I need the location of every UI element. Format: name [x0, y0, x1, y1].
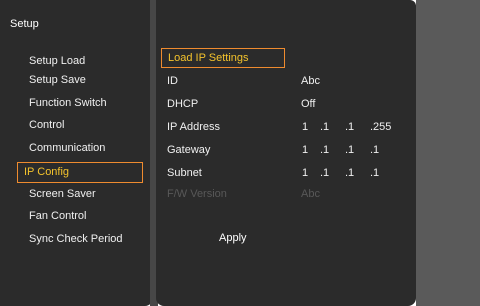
load-ip-settings-button[interactable]: Load IP Settings [161, 48, 285, 68]
gateway-octet-3[interactable]: .1 [345, 143, 354, 157]
menu-item-communication[interactable]: Communication [16, 139, 142, 158]
menu-title: Setup [10, 18, 39, 30]
menu-item-function-switch[interactable]: Function Switch [16, 94, 142, 113]
ip-octet-1[interactable]: 1 [302, 120, 308, 134]
menu-item-fan-control[interactable]: Fan Control [16, 207, 142, 226]
menu-item-control[interactable]: Control [16, 116, 142, 135]
ip-octet-4[interactable]: .255 [370, 120, 391, 134]
subnet-octet-2[interactable]: .1 [320, 166, 329, 180]
id-label: ID [167, 75, 178, 87]
menu-item-setup-save[interactable]: Setup Save [16, 71, 142, 90]
dhcp-value[interactable]: Off [301, 97, 315, 111]
fw-version-value: Abc [301, 188, 320, 200]
gateway-octet-1[interactable]: 1 [302, 143, 308, 157]
ip-octet-3[interactable]: .1 [345, 120, 354, 134]
gateway-label: Gateway [167, 144, 211, 156]
ip-address-label: IP Address [167, 121, 220, 133]
subnet-label: Subnet [167, 167, 202, 179]
subnet-octet-3[interactable]: .1 [345, 166, 354, 180]
id-value[interactable]: Abc [301, 74, 320, 88]
menu-item-screen-saver[interactable]: Screen Saver [16, 185, 142, 204]
ip-octet-2[interactable]: .1 [320, 120, 329, 134]
subnet-octet-4[interactable]: .1 [370, 166, 379, 180]
dhcp-label: DHCP [167, 98, 199, 110]
subnet-octet-1[interactable]: 1 [302, 166, 308, 180]
gateway-octet-2[interactable]: .1 [320, 143, 329, 157]
menu-item-setup-load[interactable]: Setup Load [16, 52, 142, 71]
gateway-octet-4[interactable]: .1 [370, 143, 379, 157]
fw-version-label: F/W Version [167, 188, 227, 200]
side-strip [416, 0, 480, 306]
menu-item-sync-check-period[interactable]: Sync Check Period [16, 230, 142, 249]
menu-item-ip-config[interactable]: IP Config [17, 162, 143, 183]
apply-button[interactable]: Apply [219, 231, 247, 245]
setup-screen: Setup Setup Load Setup Save Function Swi… [0, 0, 480, 306]
